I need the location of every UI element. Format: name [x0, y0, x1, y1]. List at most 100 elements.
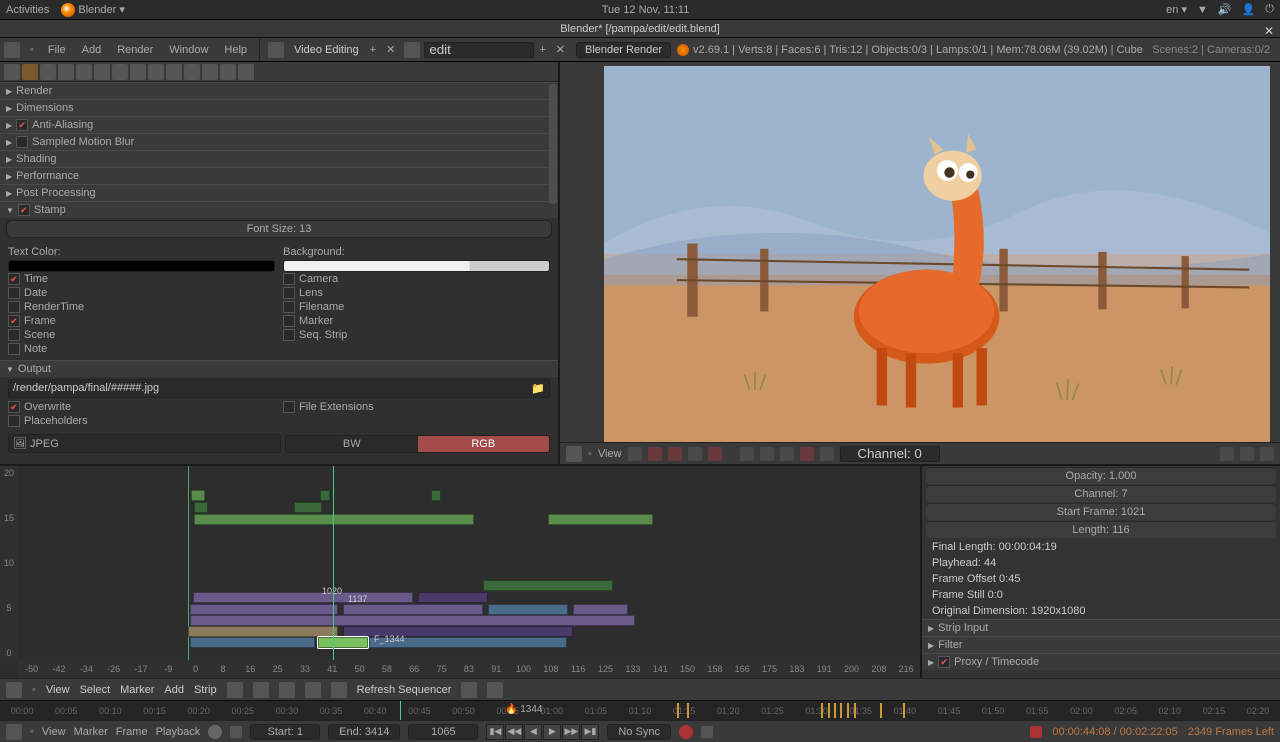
current-frame-field[interactable]: 1065 — [408, 724, 478, 740]
scrollbar-thumb[interactable] — [549, 84, 557, 204]
timeline-marker[interactable] — [834, 703, 836, 718]
hbtn-icon[interactable] — [1260, 447, 1274, 461]
seq-icon[interactable] — [227, 682, 243, 698]
motionblur-checkbox[interactable] — [16, 136, 28, 148]
hbtn-icon[interactable] — [688, 447, 702, 461]
hbtn-icon[interactable] — [648, 447, 662, 461]
close-icon[interactable]: ✕ — [1264, 22, 1274, 40]
view-menu[interactable]: View — [42, 726, 66, 738]
power-icon[interactable]: ⏻ — [1265, 3, 1274, 16]
audio-strip[interactable] — [548, 514, 653, 525]
menu-add[interactable]: Add — [74, 44, 110, 56]
prop-tab-icon[interactable] — [76, 64, 92, 80]
activities-label[interactable]: Activities — [6, 4, 49, 16]
editor-type-icon[interactable] — [6, 724, 22, 740]
timeline-marker[interactable] — [677, 703, 679, 718]
stamp-check-rendertime[interactable] — [8, 301, 20, 313]
layout-add-icon[interactable]: + — [365, 44, 381, 56]
menu-render[interactable]: Render — [109, 44, 161, 56]
scene-icon[interactable] — [404, 42, 420, 58]
info-editor-icon[interactable] — [4, 42, 20, 58]
placeholders-checkbox[interactable] — [8, 415, 20, 427]
audio-strip[interactable] — [191, 490, 205, 501]
next-keyframe-icon[interactable]: ▶▶ — [562, 724, 580, 740]
audio-strip[interactable] — [320, 490, 330, 501]
video-preview[interactable] — [604, 66, 1270, 442]
marker-menu[interactable]: Marker — [74, 726, 108, 738]
frame-menu[interactable]: Frame — [116, 726, 148, 738]
playhead[interactable] — [333, 466, 334, 660]
color-mode[interactable]: BW RGB — [285, 435, 550, 453]
prop-tab-icon[interactable] — [112, 64, 128, 80]
layout-name[interactable]: Video Editing — [288, 44, 365, 56]
prop-tab-render-icon[interactable] — [22, 64, 38, 80]
properties-scroll[interactable]: ▶Render ▶Dimensions ▶Anti-Aliasing ▶Samp… — [0, 82, 558, 464]
section-post[interactable]: ▶Post Processing — [0, 185, 558, 201]
seq-icon[interactable] — [305, 682, 321, 698]
text-color-swatch[interactable] — [8, 260, 275, 272]
hbtn-icon[interactable] — [800, 447, 814, 461]
fileext-checkbox[interactable] — [283, 401, 295, 413]
view-menu[interactable]: View — [598, 448, 622, 460]
timeline-marker[interactable] — [828, 703, 830, 718]
prop-tab-icon[interactable] — [148, 64, 164, 80]
channel-field[interactable]: Channel: 7 — [926, 485, 1276, 502]
wifi-icon[interactable]: ▼ — [1197, 4, 1208, 16]
prev-keyframe-icon[interactable]: ◀◀ — [505, 724, 523, 740]
prop-tab-icon[interactable] — [220, 64, 236, 80]
clock[interactable]: Tue 12 Nov, 11:11 — [602, 4, 690, 16]
folder-icon[interactable]: 📁 — [531, 382, 545, 395]
timeline-marker[interactable] — [821, 703, 823, 718]
video-strip[interactable] — [343, 604, 483, 615]
stamp-check-filename[interactable] — [283, 301, 295, 313]
stamp-check-date[interactable] — [8, 287, 20, 299]
prop-tab-icon[interactable] — [202, 64, 218, 80]
timeline-marker[interactable] — [847, 703, 849, 718]
prop-tab-icon[interactable] — [4, 64, 20, 80]
section-strip-input[interactable]: ▶Strip Input — [922, 620, 1280, 636]
meta-strip[interactable] — [190, 637, 315, 648]
lock-icon[interactable] — [230, 726, 242, 738]
selected-strip[interactable] — [318, 637, 368, 648]
render-engine-select[interactable]: Blender Render — [576, 42, 671, 58]
sequencer-body[interactable]: 1020 1137 F_1344 — [18, 466, 920, 660]
stamp-checkbox[interactable] — [18, 204, 30, 216]
prop-tab-icon[interactable] — [130, 64, 146, 80]
audio-strip[interactable] — [431, 490, 441, 501]
stamp-check-camera[interactable] — [283, 273, 295, 285]
proxy-checkbox[interactable] — [938, 656, 950, 668]
output-path-field[interactable]: /render/pampa/final/#####.jpg📁 — [8, 379, 550, 398]
add-menu[interactable]: Add — [164, 684, 184, 696]
hbtn-icon[interactable] — [1240, 447, 1254, 461]
timeline-cursor[interactable] — [400, 701, 401, 720]
stamp-check-note[interactable] — [8, 343, 20, 355]
editor-type-icon[interactable] — [6, 682, 22, 698]
jump-start-icon[interactable]: ▮◀ — [486, 724, 504, 740]
timeline-marker[interactable] — [880, 703, 882, 718]
menu-file[interactable]: File — [40, 44, 74, 56]
refresh-sequencer-button[interactable]: Refresh Sequencer — [357, 684, 452, 696]
timeline-marker[interactable] — [687, 703, 689, 718]
play-icon[interactable]: ▶ — [543, 724, 561, 740]
sequencer[interactable]: 20151050 1020 113 — [0, 464, 920, 678]
autokey-icon[interactable] — [679, 725, 693, 739]
scene-add-icon[interactable]: + — [534, 44, 550, 56]
layout-icon[interactable] — [268, 42, 284, 58]
stamp-check-lens[interactable] — [283, 287, 295, 299]
select-menu[interactable]: Select — [80, 684, 111, 696]
video-strip[interactable] — [418, 592, 488, 603]
record-icon[interactable] — [208, 725, 222, 739]
menu-window[interactable]: Window — [161, 44, 216, 56]
stamp-check-frame[interactable] — [8, 315, 20, 327]
hbtn-icon[interactable] — [628, 447, 642, 461]
jump-end-icon[interactable]: ▶▮ — [581, 724, 599, 740]
timeline-marker[interactable] — [840, 703, 842, 718]
section-stamp[interactable]: ▼Stamp — [0, 202, 558, 218]
volume-icon[interactable]: 🔊 — [1218, 3, 1232, 16]
prop-tab-icon[interactable] — [166, 64, 182, 80]
stamp-check-seqstrip[interactable] — [283, 329, 295, 341]
hbtn-icon[interactable] — [1220, 447, 1234, 461]
menu-help[interactable]: Help — [216, 44, 255, 56]
rgb-button[interactable]: RGB — [418, 436, 550, 452]
prop-tab-icon[interactable] — [184, 64, 200, 80]
